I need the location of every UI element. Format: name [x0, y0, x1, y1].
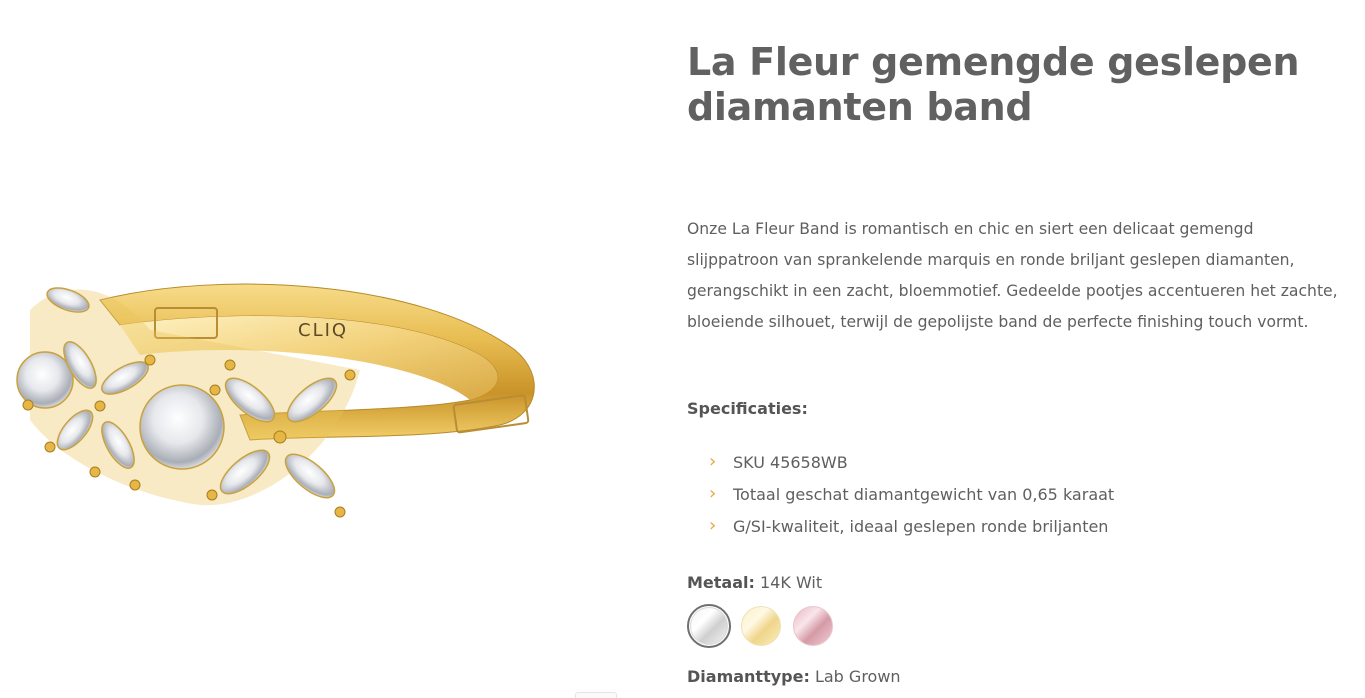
chevron-right-icon: ›: [709, 451, 717, 472]
metal-swatch-rose-gold[interactable]: [791, 604, 835, 648]
metal-swatch-white-gold[interactable]: [687, 604, 731, 648]
spec-item-text: G/SI-kwaliteit, ideaal geslepen ronde br…: [733, 516, 1109, 536]
metal-selection-label: Metaal: 14K Wit: [687, 573, 822, 592]
spec-item-quality: › G/SI-kwaliteit, ideaal geslepen ronde …: [709, 510, 1114, 542]
chevron-right-icon: ›: [709, 515, 717, 536]
diamond-type-value: Lab Grown: [814, 667, 901, 686]
metal-label: Metaal:: [687, 573, 755, 592]
diamond-type-row: Diamanttype: Lab Grown: [687, 667, 901, 686]
specifications-list: › SKU 45658WB › Totaal geschat diamantge…: [709, 446, 1114, 542]
metal-swatch-yellow-gold[interactable]: [739, 604, 783, 648]
product-description: Onze La Fleur Band is romantisch en chic…: [687, 220, 1338, 331]
chevron-right-icon: ›: [709, 483, 717, 504]
diamond-type-label: Diamanttype:: [687, 667, 810, 686]
specifications-heading: Specificaties:: [687, 399, 808, 418]
ring-product-image[interactable]: CLIQ: [0, 240, 560, 540]
metal-swatches: [687, 604, 835, 648]
product-gallery: CLIQ: [0, 0, 660, 698]
metal-value: 14K Wit: [760, 573, 823, 592]
spec-item-text: Totaal geschat diamantgewicht van 0,65 k…: [733, 484, 1115, 504]
gallery-scroll-button[interactable]: [575, 692, 617, 698]
ring-engraving: CLIQ: [298, 320, 348, 341]
product-title: La Fleur gemengde geslepen diamanten ban…: [687, 40, 1300, 129]
spec-item-text: SKU 45658WB: [733, 452, 848, 472]
spec-item-carat-weight: › Totaal geschat diamantgewicht van 0,65…: [709, 478, 1114, 510]
product-page: CLIQ La Fleur gemengde geslepen diamante…: [0, 0, 1365, 698]
spec-item-sku: › SKU 45658WB: [709, 446, 1114, 478]
